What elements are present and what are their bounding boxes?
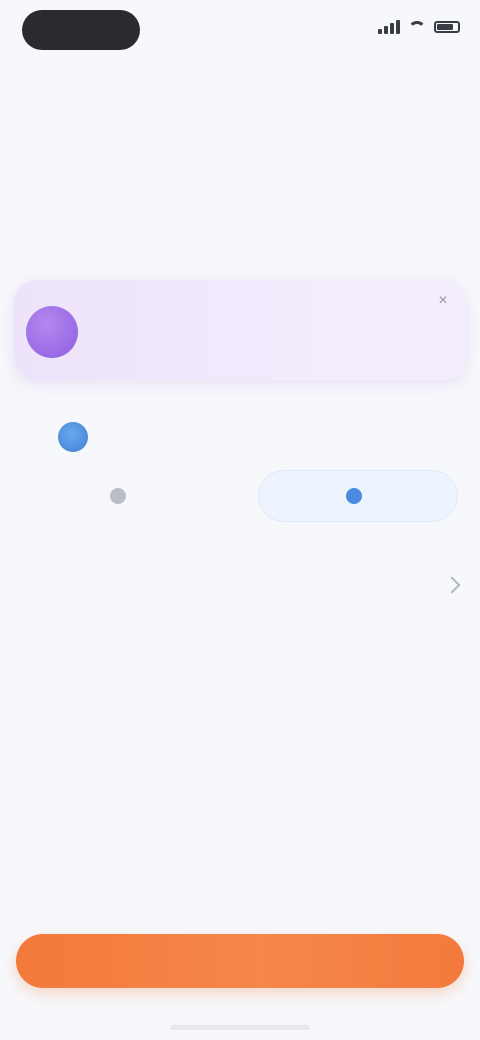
action-row (22, 470, 458, 524)
ai-assistant-card[interactable]: × (14, 280, 466, 380)
section-header[interactable] (18, 570, 462, 600)
message-icon (346, 488, 362, 504)
app-screen: × (0, 0, 480, 1040)
battery-icon (434, 21, 460, 33)
intro-section (18, 138, 440, 166)
tab-bar (0, 66, 480, 106)
status-bar (0, 0, 480, 60)
home-indicator (170, 1025, 310, 1030)
phone-icon (110, 488, 126, 504)
wifi-icon (408, 21, 426, 33)
primary-action-button[interactable] (258, 470, 458, 522)
submit-button[interactable] (16, 934, 464, 988)
tab-second[interactable] (240, 66, 480, 106)
contact-row (38, 408, 450, 468)
secondary-action-button[interactable] (22, 470, 222, 522)
avatar (58, 422, 88, 452)
ai-avatar (26, 306, 78, 358)
signal-icon (378, 20, 400, 34)
dynamic-island (22, 10, 140, 50)
chevron-right-icon (443, 576, 461, 594)
tab-first[interactable] (0, 66, 240, 106)
status-icons (378, 20, 460, 34)
close-icon[interactable]: × (434, 292, 452, 310)
